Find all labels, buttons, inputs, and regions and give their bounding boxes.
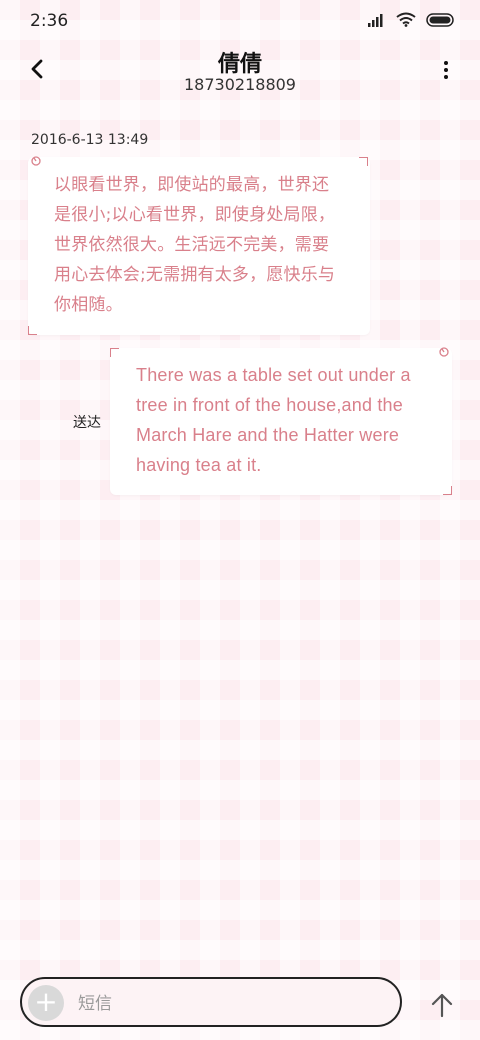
more-vert-icon: [444, 61, 448, 79]
battery-icon: [426, 12, 454, 27]
sms-input[interactable]: [76, 988, 380, 1020]
contact-phone: 18730218809: [184, 75, 296, 94]
status-bar: 2:36: [0, 0, 480, 42]
send-button[interactable]: [428, 990, 456, 1020]
signal-icon: [368, 13, 383, 27]
message-timestamp: 2016-6-13 13:49: [31, 132, 149, 148]
plus-icon: +: [34, 985, 58, 1018]
status-time: 2:36: [30, 11, 69, 31]
message-composer: +: [20, 977, 402, 1027]
outgoing-message-text: There was a table set out under a tree i…: [136, 365, 411, 475]
delivery-status: 送达: [73, 415, 101, 431]
outgoing-message-bubble[interactable]: There was a table set out under a tree i…: [110, 347, 452, 495]
incoming-message-text: 以眼看世界，即使站的最高，世界还是很小;以心看世界，即使身处局限，世界依然很大。…: [54, 175, 336, 315]
pin-icon: [439, 347, 449, 357]
pin-icon: [31, 156, 41, 166]
corner-decoration: [359, 157, 368, 166]
add-attachment-button[interactable]: +: [28, 985, 64, 1021]
wifi-icon: [396, 12, 416, 27]
corner-decoration: [28, 326, 37, 335]
status-icons: [368, 12, 456, 27]
incoming-message-bubble[interactable]: 以眼看世界，即使站的最高，世界还是很小;以心看世界，即使身处局限，世界依然很大。…: [28, 156, 370, 335]
conversation-header: 倩倩 18730218809: [0, 42, 480, 112]
corner-decoration: [443, 486, 452, 495]
send-arrow-icon: [431, 993, 453, 1018]
corner-decoration: [110, 348, 119, 357]
contact-name: 倩倩: [217, 52, 262, 77]
more-options-button[interactable]: [436, 56, 456, 86]
